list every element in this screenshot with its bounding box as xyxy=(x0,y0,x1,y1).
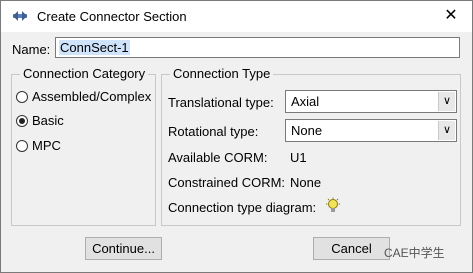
available-corm-value: U1 xyxy=(290,150,307,165)
lightbulb-icon[interactable] xyxy=(324,197,342,215)
constrained-corm-value: None xyxy=(290,175,322,190)
dialog-window: Create Connector Section ✕ Name: ConnSec… xyxy=(0,0,473,273)
translational-type-label: Translational type: xyxy=(168,95,274,110)
radio-assembled-complex[interactable]: Assembled/Complex xyxy=(16,89,151,104)
radio-mpc[interactable]: MPC xyxy=(16,138,61,153)
constrained-corm-label: Constrained CORM: xyxy=(168,175,286,190)
connection-type-diagram-label: Connection type diagram: xyxy=(168,200,317,215)
connection-category-title: Connection Category xyxy=(20,66,149,81)
connection-type-title: Connection Type xyxy=(170,66,274,81)
title-bar: Create Connector Section ✕ xyxy=(1,1,472,32)
close-button[interactable]: ✕ xyxy=(439,5,463,27)
name-label: Name: xyxy=(12,42,51,57)
connection-category-group: Connection Category Assembled/Complex Ba… xyxy=(11,66,156,226)
radio-button xyxy=(16,140,28,152)
radio-label: MPC xyxy=(32,138,61,153)
cancel-button[interactable]: Cancel xyxy=(313,237,390,260)
radio-label: Basic xyxy=(32,113,64,128)
radio-label: Assembled/Complex xyxy=(32,89,152,104)
radio-button-selected xyxy=(16,115,28,127)
window-title: Create Connector Section xyxy=(37,9,187,24)
name-value: ConnSect-1 xyxy=(59,40,130,55)
available-corm-label: Available CORM: xyxy=(168,150,268,165)
chevron-down-icon: ∨ xyxy=(438,92,455,111)
rotational-type-select[interactable]: None ∨ xyxy=(285,119,457,142)
app-icon xyxy=(13,11,27,21)
radio-basic[interactable]: Basic xyxy=(16,113,64,128)
rotational-type-label: Rotational type: xyxy=(168,124,259,139)
radio-button xyxy=(16,91,28,103)
name-field[interactable]: ConnSect-1 xyxy=(55,37,460,58)
translational-type-value: Axial xyxy=(291,94,320,109)
translational-type-select[interactable]: Axial ∨ xyxy=(285,90,457,113)
watermark: CAE中学生 xyxy=(384,246,445,260)
rotational-type-value: None xyxy=(291,123,323,138)
continue-button[interactable]: Continue... xyxy=(85,237,162,260)
chevron-down-icon: ∨ xyxy=(438,121,455,140)
